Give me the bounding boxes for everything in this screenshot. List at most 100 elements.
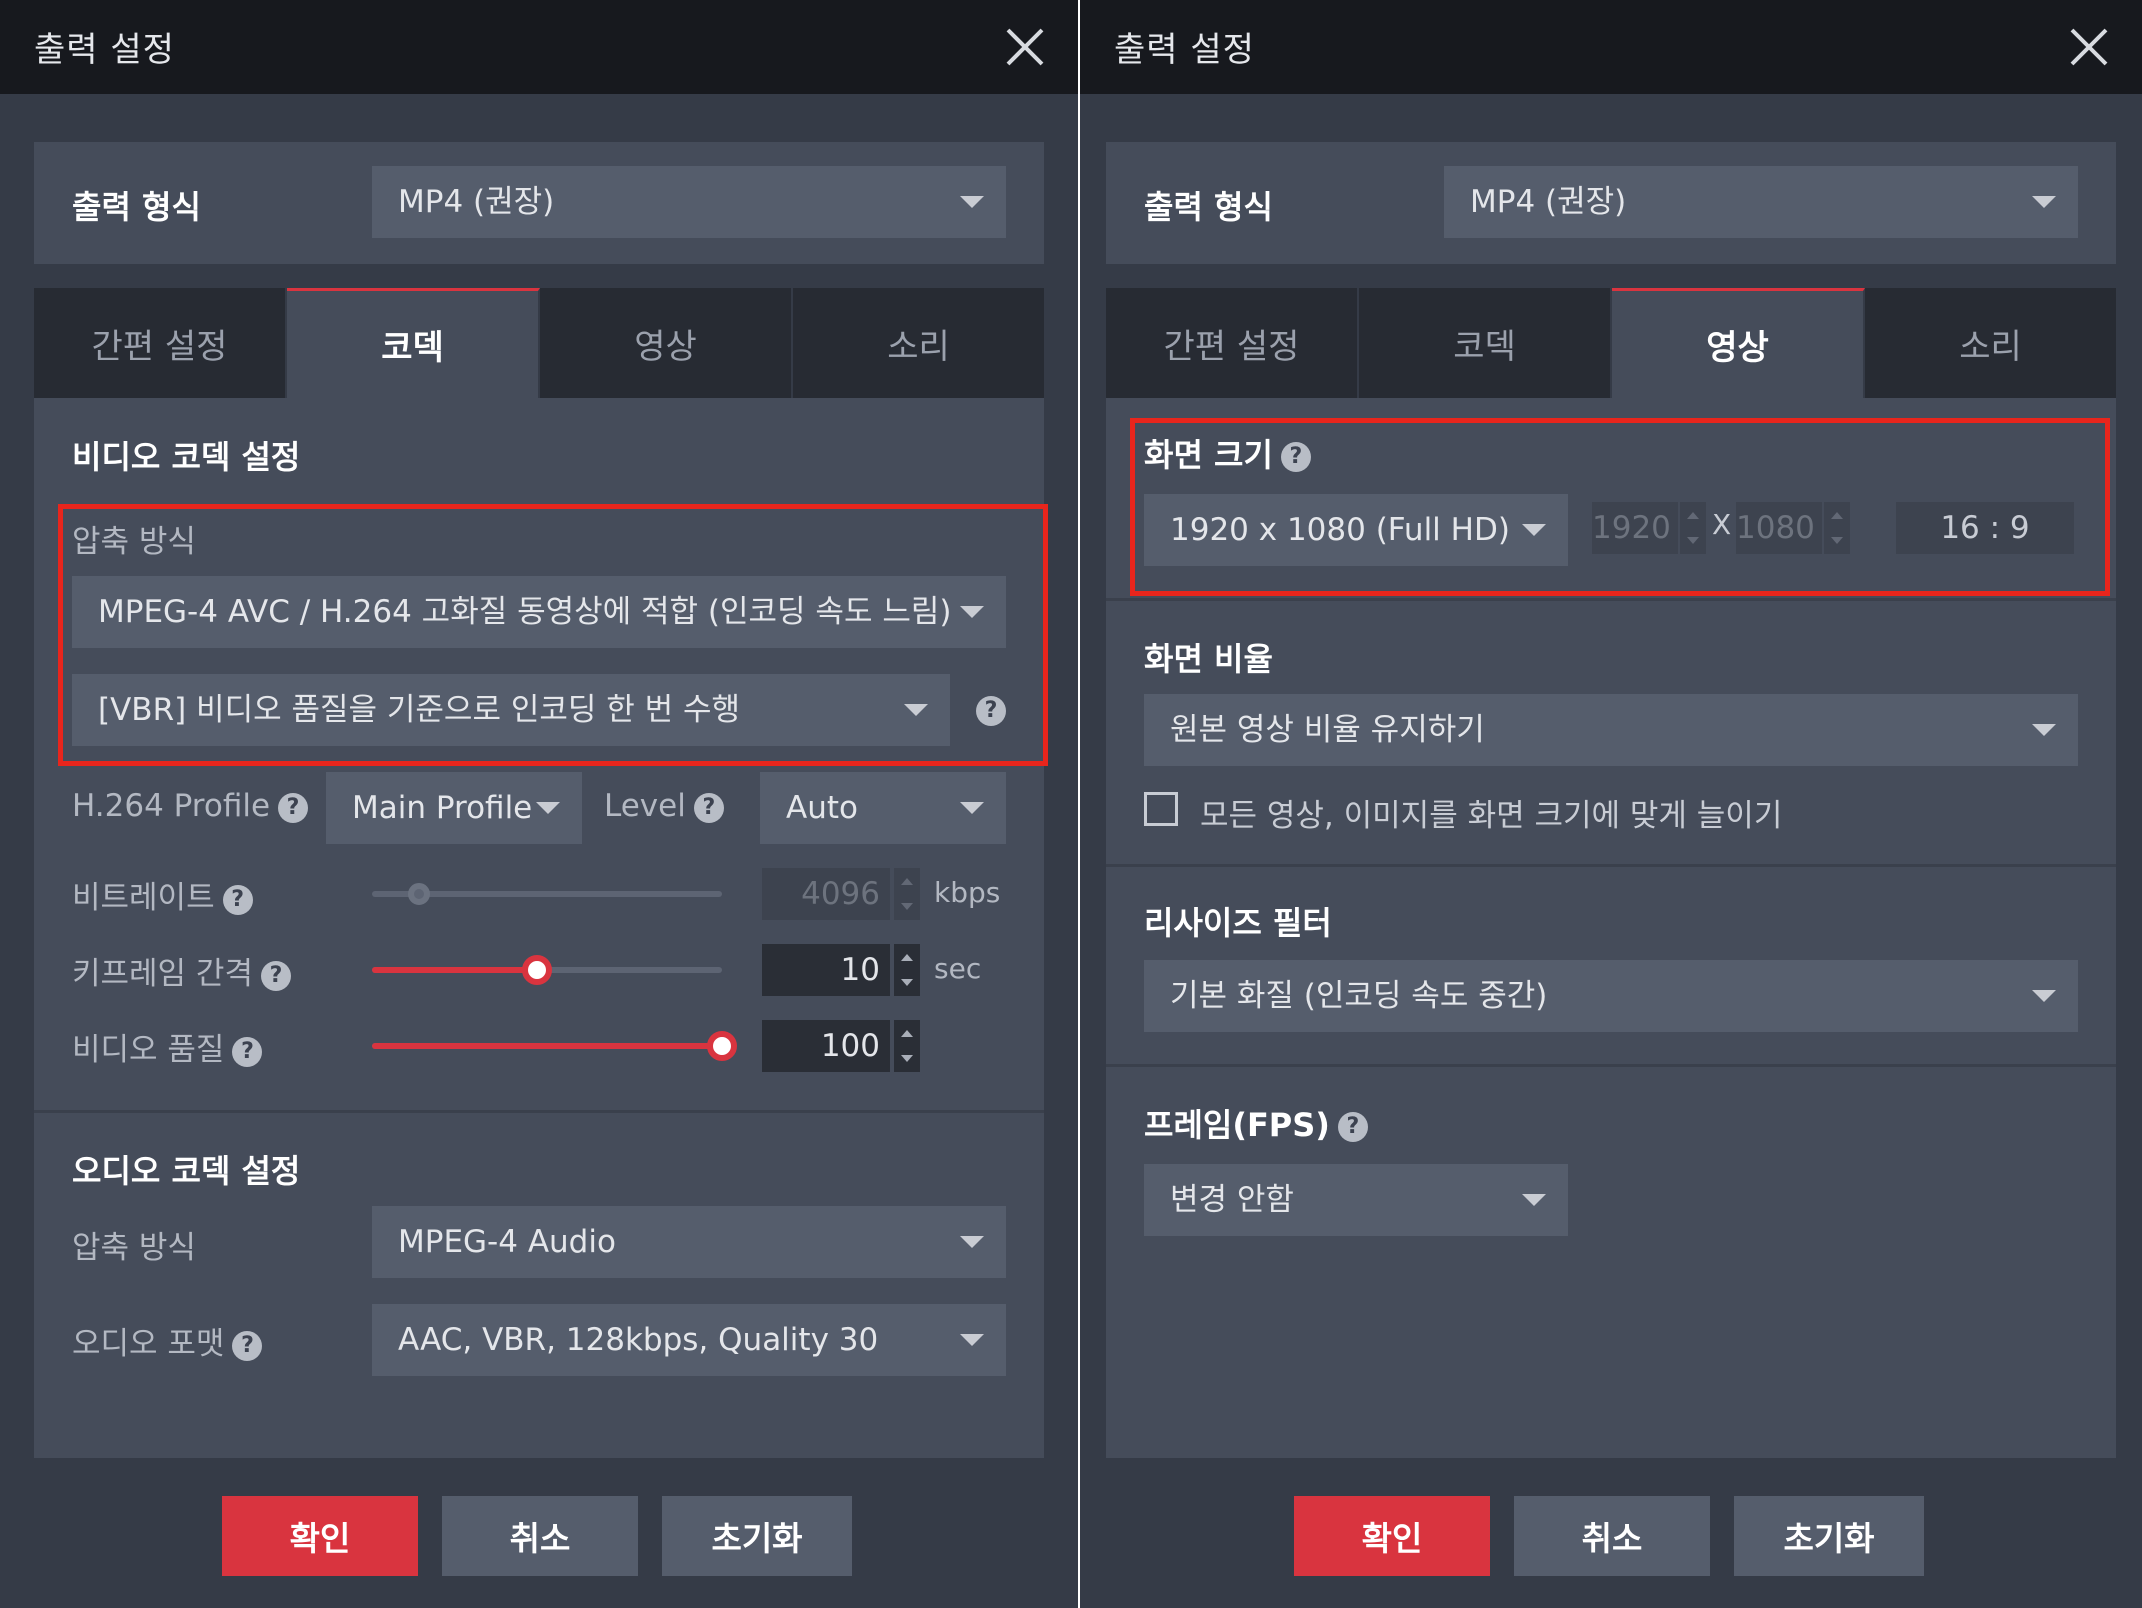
confirm-button[interactable]: 확인 [1294, 1496, 1490, 1576]
tab-codec[interactable]: 코덱 [287, 288, 540, 398]
resize-filter-label: 리사이즈 필터 [1144, 904, 1332, 942]
audio-format-select[interactable]: AAC, VBR, 128kbps, Quality 30 [372, 1304, 1006, 1376]
keyframe-spinner[interactable] [894, 944, 920, 996]
video-codec-title: 비디오 코덱 설정 [72, 438, 301, 476]
level-value: Auto [786, 790, 858, 826]
tab-quick-settings[interactable]: 간편 설정 [34, 288, 287, 398]
stretch-checkbox[interactable] [1144, 792, 1178, 826]
level-select[interactable]: Auto [760, 772, 1006, 844]
resolution-value: 1920 x 1080 (Full HD) [1170, 512, 1510, 548]
height-spinner [1824, 502, 1850, 554]
audio-codec-title: 오디오 코덱 설정 [72, 1152, 301, 1190]
help-icon[interactable]: ? [976, 696, 1006, 726]
output-format-select[interactable]: MP4 (권장) [372, 166, 1006, 238]
audio-format-value: AAC, VBR, 128kbps, Quality 30 [398, 1322, 879, 1358]
output-settings-dialog-video: 출력 설정 출력 형식 MP4 (권장) 간편 설정 코덱 영상 소리 화면 크… [1080, 0, 2142, 1608]
video-panel: 화면 크기? 1920 x 1080 (Full HD) 1920 X 1080… [1106, 398, 2116, 1458]
audio-compression-value: MPEG-4 Audio [398, 1224, 616, 1260]
aspect-ratio-select[interactable]: 원본 영상 비율 유지하기 [1144, 694, 2078, 766]
reset-button[interactable]: 초기화 [662, 1496, 852, 1576]
help-icon[interactable]: ? [232, 1330, 263, 1361]
cancel-button[interactable]: 취소 [442, 1496, 638, 1576]
tab-bar: 간편 설정 코덱 영상 소리 [1106, 288, 2116, 398]
fps-value: 변경 안함 [1170, 1182, 1294, 1218]
video-quality-label: 비디오 품질? [72, 1024, 263, 1069]
tab-audio[interactable]: 소리 [1865, 288, 2116, 398]
help-icon[interactable]: ? [693, 792, 724, 823]
width-input: 1920 [1592, 502, 1678, 554]
confirm-button[interactable]: 확인 [222, 1496, 418, 1576]
encoding-mode-select[interactable]: [VBR] 비디오 품질을 기준으로 인코딩 한 번 수행 [72, 674, 950, 746]
chevron-down-icon [2032, 990, 2056, 1002]
audio-format-label: 오디오 포맷? [72, 1318, 263, 1363]
resize-filter-select[interactable]: 기본 화질 (인코딩 속도 중간) [1144, 960, 2078, 1032]
divider [1106, 1064, 2116, 1067]
tab-quick-settings[interactable]: 간편 설정 [1106, 288, 1359, 398]
chevron-down-icon [2032, 724, 2056, 736]
resolution-select[interactable]: 1920 x 1080 (Full HD) [1144, 494, 1568, 566]
titlebar: 출력 설정 [1080, 0, 2142, 94]
help-icon[interactable]: ? [1280, 442, 1311, 472]
fps-select[interactable]: 변경 안함 [1144, 1164, 1568, 1236]
bitrate-spinner [894, 868, 920, 920]
output-format-select[interactable]: MP4 (권장) [1444, 166, 2078, 238]
help-icon[interactable]: ? [232, 1036, 263, 1067]
screen-size-label: 화면 크기? [1144, 430, 1311, 476]
reset-button[interactable]: 초기화 [1734, 1496, 1924, 1576]
chevron-down-icon [960, 196, 984, 208]
titlebar: 출력 설정 [0, 0, 1078, 94]
bitrate-unit: kbps [934, 876, 1001, 909]
tab-audio[interactable]: 소리 [793, 288, 1044, 398]
resize-filter-value: 기본 화질 (인코딩 속도 중간) [1170, 978, 1548, 1014]
aspect-ratio-display: 16 : 9 [1896, 502, 2074, 554]
compression-label: 압축 방식 [72, 524, 196, 560]
output-format-row: 출력 형식 MP4 (권장) [1106, 142, 2116, 264]
tab-video[interactable]: 영상 [540, 288, 793, 398]
help-icon[interactable]: ? [278, 792, 309, 823]
video-compression-value: MPEG-4 AVC / H.264 고화질 동영상에 적합 (인코딩 속도 느… [98, 594, 952, 630]
bitrate-slider-thumb [408, 883, 430, 905]
chevron-down-icon [960, 802, 984, 814]
chevron-down-icon [960, 606, 984, 618]
output-format-label: 출력 형식 [1144, 188, 1273, 226]
h264-profile-label: H.264 Profile? [72, 788, 309, 824]
output-format-value: MP4 (권장) [398, 184, 555, 220]
width-spinner [1680, 502, 1706, 554]
keyframe-input[interactable]: 10 [762, 944, 890, 996]
bitrate-slider [372, 883, 722, 905]
video-quality-input[interactable]: 100 [762, 1020, 890, 1072]
level-label: Level? [604, 788, 724, 824]
height-input: 1080 [1736, 502, 1822, 554]
help-icon[interactable]: ? [1337, 1112, 1368, 1142]
tab-bar: 간편 설정 코덱 영상 소리 [34, 288, 1044, 398]
close-icon[interactable] [2066, 24, 2112, 70]
video-quality-slider-thumb[interactable] [707, 1031, 737, 1061]
chevron-down-icon [1522, 1194, 1546, 1206]
bitrate-label: 비트레이트? [72, 872, 253, 917]
fps-label: 프레임(FPS)? [1144, 1100, 1368, 1146]
cancel-button[interactable]: 취소 [1514, 1496, 1710, 1576]
bitrate-input: 4096 [762, 868, 890, 920]
keyframe-slider-thumb[interactable] [522, 955, 552, 985]
chevron-down-icon [904, 704, 928, 716]
output-format-row: 출력 형식 MP4 (권장) [34, 142, 1044, 264]
close-icon[interactable] [1002, 24, 1048, 70]
stretch-label: 모든 영상, 이미지를 화면 크기에 맞게 늘이기 [1200, 798, 1783, 834]
help-icon[interactable]: ? [222, 884, 253, 915]
video-quality-spinner[interactable] [894, 1020, 920, 1072]
profile-select[interactable]: Main Profile [326, 772, 582, 844]
chevron-down-icon [960, 1236, 984, 1248]
output-format-label: 출력 형식 [72, 188, 201, 226]
output-format-value: MP4 (권장) [1470, 184, 1627, 220]
audio-compression-select[interactable]: MPEG-4 Audio [372, 1206, 1006, 1278]
video-quality-slider[interactable] [372, 1031, 737, 1061]
help-icon[interactable]: ? [260, 960, 291, 991]
encoding-mode-value: [VBR] 비디오 품질을 기준으로 인코딩 한 번 수행 [98, 692, 741, 728]
video-compression-select[interactable]: MPEG-4 AVC / H.264 고화질 동영상에 적합 (인코딩 속도 느… [72, 576, 1006, 648]
profile-value: Main Profile [352, 790, 533, 826]
tab-video[interactable]: 영상 [1612, 288, 1865, 398]
keyframe-slider[interactable] [372, 955, 722, 985]
chevron-down-icon [1522, 524, 1546, 536]
tab-codec[interactable]: 코덱 [1359, 288, 1612, 398]
divider [1106, 864, 2116, 867]
